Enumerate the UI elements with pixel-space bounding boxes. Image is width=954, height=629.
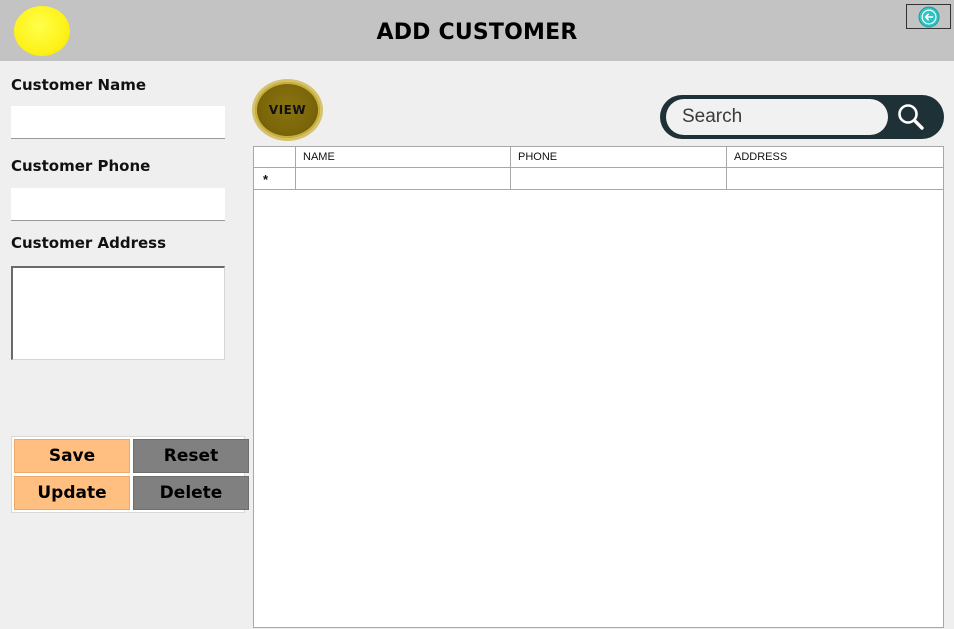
page-title: ADD CUSTOMER [376, 20, 578, 45]
table-row-new[interactable]: * [254, 168, 943, 190]
column-header-name[interactable]: NAME [296, 147, 511, 167]
customer-address-label: Customer Address [11, 234, 167, 252]
new-row-marker: * [254, 168, 296, 189]
customer-phone-field[interactable] [11, 188, 225, 221]
table-cell-phone[interactable] [511, 168, 727, 189]
customer-name-field[interactable] [11, 106, 225, 139]
table-cell-address[interactable] [727, 168, 943, 189]
save-button[interactable]: Save [14, 439, 130, 473]
back-arrow-icon [918, 6, 939, 27]
update-button[interactable]: Update [14, 476, 130, 510]
header-bar: ADD CUSTOMER [0, 0, 954, 61]
column-header-phone[interactable]: PHONE [511, 147, 727, 167]
customer-address-field[interactable] [11, 266, 225, 360]
customer-name-label: Customer Name [11, 76, 146, 94]
column-header-address[interactable]: ADDRESS [727, 147, 943, 167]
customer-phone-label: Customer Phone [11, 157, 151, 175]
action-button-group: Save Reset Update Delete [11, 436, 249, 513]
search-icon[interactable] [894, 101, 928, 133]
back-button[interactable] [906, 4, 951, 29]
view-button[interactable]: VIEW [255, 82, 320, 138]
reset-button[interactable]: Reset [133, 439, 249, 473]
row-header-corner [254, 147, 296, 167]
search-input[interactable] [666, 99, 888, 135]
delete-button[interactable]: Delete [133, 476, 249, 510]
customer-table[interactable]: NAME PHONE ADDRESS * [253, 146, 944, 628]
table-cell-name[interactable] [296, 168, 511, 189]
view-button-label: VIEW [268, 103, 307, 117]
table-header-row: NAME PHONE ADDRESS [254, 147, 943, 168]
search-bar [660, 95, 944, 139]
